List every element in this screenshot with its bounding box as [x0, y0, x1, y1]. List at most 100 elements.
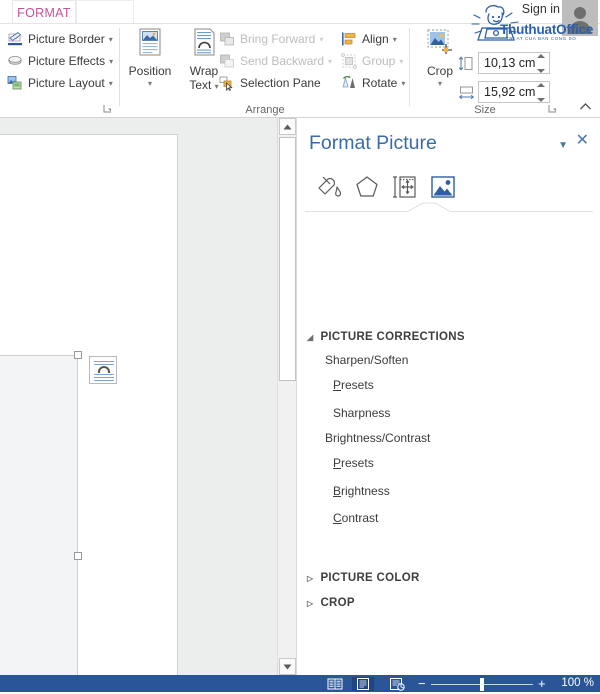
triangle-collapsed-icon: ▷	[307, 574, 313, 583]
bring-forward-icon	[219, 31, 235, 47]
chevron-down-icon: ▾	[393, 35, 397, 44]
view-read-mode-button[interactable]	[324, 677, 346, 691]
pane-tab-fill-line[interactable]	[309, 168, 349, 206]
align-label: Align	[362, 32, 389, 46]
avatar-body-icon	[569, 21, 591, 34]
brightness-presets-label: Presets	[333, 456, 374, 470]
size-dialog-launcher[interactable]	[548, 104, 557, 115]
tab-format-label: FORMAT	[17, 6, 71, 20]
avatar[interactable]	[562, 0, 598, 36]
pane-tab-picture[interactable]	[423, 168, 463, 206]
shape-width-field[interactable]: 15,92 cm	[458, 81, 550, 103]
shape-width-icon	[458, 84, 475, 101]
view-web-layout-button[interactable]	[386, 677, 408, 691]
section-crop-title: CROP	[320, 597, 354, 609]
chevron-down-icon: ▾	[109, 35, 113, 44]
picture-effects-button[interactable]: Picture Effects ▾	[4, 50, 116, 72]
ribbon-group-arrange: Position ▾ WrapText ▾	[120, 24, 410, 118]
pane-title: Format Picture	[309, 132, 437, 155]
pane-tab-effects[interactable]	[347, 168, 387, 206]
scrollbar-thumb[interactable]	[279, 137, 296, 381]
shape-height-input[interactable]: 10,13 cm	[478, 52, 550, 74]
chevron-down-icon: ▾	[328, 57, 332, 66]
shape-height-icon	[458, 55, 475, 72]
rotate-label: Rotate	[362, 76, 397, 90]
section-picture-corrections-title: PICTURE CORRECTIONS	[320, 331, 464, 343]
align-icon	[341, 31, 357, 47]
wrap-text-label: WrapText ▾	[189, 64, 218, 92]
selection-handle-middle-right[interactable]	[74, 552, 82, 560]
zoom-out-button[interactable]: −	[418, 678, 426, 689]
view-print-layout-button[interactable]	[352, 677, 374, 691]
sharpness-label: Sharpness	[333, 406, 390, 420]
send-backward-icon	[219, 53, 235, 69]
selection-pane-button[interactable]: Selection Pane	[216, 72, 324, 94]
shape-height-value: 10,13 cm	[484, 56, 535, 70]
contrast-label: Contrast	[333, 511, 378, 525]
close-icon[interactable]: ✕	[576, 135, 589, 147]
tab-format[interactable]: FORMAT	[12, 0, 76, 24]
vertical-scrollbar[interactable]	[277, 118, 296, 675]
group-icon	[341, 53, 357, 69]
wrap-arc-icon	[98, 366, 110, 373]
ribbon-body: Picture Border ▾ Picture Effects ▾	[0, 24, 600, 118]
picture-border-button[interactable]: Picture Border ▾	[4, 28, 116, 50]
zoom-in-button[interactable]: +	[538, 678, 546, 689]
crop-label: Crop	[427, 64, 453, 78]
group-label: Group	[362, 54, 395, 68]
stepper-down-icon[interactable]	[537, 98, 545, 102]
shape-width-value: 15,92 cm	[484, 85, 535, 99]
ribbon-group-size: Crop ▾ 10,13 cm	[410, 24, 575, 118]
triangle-collapsed-icon: ▷	[307, 599, 313, 608]
collapse-ribbon-button[interactable]	[579, 102, 592, 114]
shape-height-field[interactable]: 10,13 cm	[458, 52, 550, 74]
position-label: Position	[129, 64, 172, 78]
selected-picture[interactable]	[0, 355, 78, 675]
chevron-down-icon: ▾	[401, 79, 405, 88]
triangle-expanded-icon: ◢	[307, 333, 313, 342]
shape-width-input[interactable]: 15,92 cm	[478, 81, 550, 103]
section-crop-header[interactable]: ▷ CROP	[307, 597, 355, 609]
picture-effects-label: Picture Effects	[28, 54, 105, 68]
bring-forward-button[interactable]: Bring Forward ▾	[216, 28, 326, 50]
zoom-slider-thumb[interactable]	[480, 678, 484, 691]
picture-layout-icon	[7, 75, 23, 91]
shape-width-stepper[interactable]	[537, 83, 546, 102]
brightness-contrast-label: Brightness/Contrast	[325, 431, 430, 445]
status-bar: − + 100 %	[0, 675, 600, 692]
layout-options-button[interactable]	[89, 356, 117, 384]
scroll-up-button[interactable]	[279, 118, 296, 135]
avatar-head-icon	[574, 7, 586, 19]
section-picture-corrections-header[interactable]: ◢ PICTURE CORRECTIONS	[307, 331, 465, 343]
selection-pane-icon	[219, 75, 235, 91]
sharpen-soften-label: Sharpen/Soften	[325, 353, 408, 367]
pane-options-icon[interactable]: ▼	[558, 140, 568, 151]
picture-styles-dialog-launcher[interactable]	[103, 104, 112, 115]
group-button[interactable]: Group ▾	[338, 50, 406, 72]
rotate-icon	[341, 75, 357, 91]
picture-layout-button[interactable]: Picture Layout ▾	[4, 72, 116, 94]
send-backward-label: Send Backward	[240, 54, 324, 68]
sign-in-button[interactable]: Sign in	[522, 2, 560, 16]
send-backward-button[interactable]: Send Backward ▾	[216, 50, 335, 72]
document-area[interactable]	[0, 118, 296, 675]
tab-placeholder	[76, 0, 134, 24]
position-button[interactable]: Position ▾	[124, 27, 176, 88]
stepper-up-icon[interactable]	[537, 83, 545, 87]
rotate-button[interactable]: Rotate ▾	[338, 72, 408, 94]
selection-handle-top-right[interactable]	[74, 351, 82, 359]
chevron-down-icon: ▾	[109, 79, 113, 88]
stepper-up-icon[interactable]	[537, 54, 545, 58]
scroll-down-button[interactable]	[279, 658, 296, 675]
sign-in-label: Sign in	[522, 2, 560, 16]
picture-layout-label: Picture Layout	[28, 76, 105, 90]
align-button[interactable]: Align ▾	[338, 28, 400, 50]
stepper-down-icon[interactable]	[537, 69, 545, 73]
shape-height-stepper[interactable]	[537, 54, 546, 73]
sharpen-presets-label: Presets	[333, 378, 374, 392]
zoom-level-label[interactable]: 100 %	[561, 677, 594, 689]
ribbon: FORMAT Picture Border ▾	[0, 0, 600, 118]
section-picture-color-header[interactable]: ▷ PICTURE COLOR	[307, 572, 420, 584]
arrange-group-label: Arrange	[120, 104, 410, 116]
pane-tab-layout-properties[interactable]	[385, 168, 425, 206]
